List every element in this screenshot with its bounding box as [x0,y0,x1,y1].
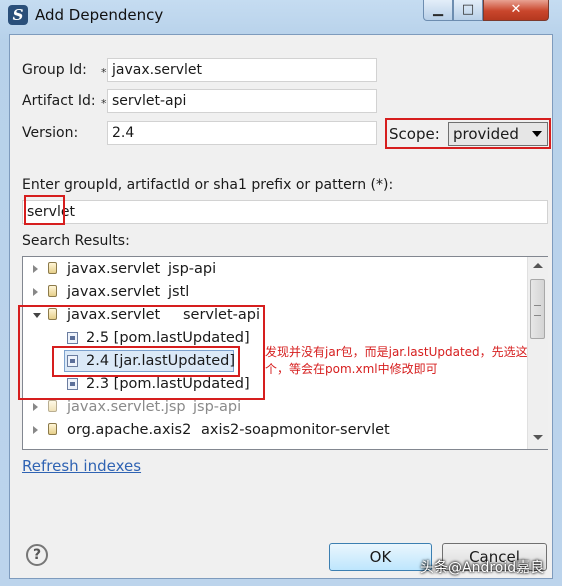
selected-version-highlight-box [52,346,240,377]
minimize-icon: ▁ [433,2,443,17]
scope-highlight-box [385,118,551,149]
artifact-id-label: Artifact Id: [22,93,96,109]
maximize-icon: □ [461,2,475,17]
minimize-button[interactable]: ▁ [423,0,453,21]
close-button[interactable]: ✕ [483,0,549,21]
dialog-window: S Add Dependency ▁ □ ✕ Group Id: * javax… [0,0,562,586]
jar-folder-icon [48,262,57,274]
annotation-note: 发现并没有jar包，而是jar.lastUpdated，先选这个，等会在pom.… [265,345,528,376]
version-label: Version: [22,125,79,141]
result-group: javax.servlet [67,261,161,277]
scroll-thumb[interactable] [530,279,545,339]
jar-folder-icon [48,423,57,435]
jar-folder-icon [48,285,57,297]
jar-folder-icon [48,400,57,412]
window-title: Add Dependency [35,6,164,24]
version-field[interactable]: 2.4 [107,121,377,145]
expand-icon[interactable] [33,403,38,411]
grip-icon [534,305,541,316]
ok-button[interactable]: OK [329,543,432,571]
app-icon: S [8,5,28,25]
result-artifact: axis2-soapmonitor-servlet [201,422,390,438]
maximize-button[interactable]: □ [453,0,483,21]
refresh-indexes-link[interactable]: Refresh indexes [22,457,141,475]
watermark: 头条@Android嘉良 [420,560,545,576]
artifact-id-required-marker: * [101,97,107,110]
scroll-up-icon[interactable] [533,263,543,268]
expand-icon[interactable] [33,288,38,296]
title-bar[interactable]: S Add Dependency ▁ □ ✕ [0,0,562,34]
expand-icon[interactable] [33,265,38,273]
search-prompt: Enter groupId, artifactId or sha1 prefix… [22,177,394,193]
group-id-field[interactable]: javax.servlet [107,58,377,82]
result-artifact: jstl [168,284,190,300]
result-group: javax.servlet [67,284,161,300]
result-group: org.apache.axis2 [67,422,192,438]
search-highlight-box [24,195,65,225]
scroll-down-icon[interactable] [533,435,543,440]
group-id-required-marker: * [101,66,107,79]
group-id-label: Group Id: [22,62,87,78]
result-artifact: jsp-api [168,261,217,277]
close-icon: ✕ [510,2,522,17]
expand-icon[interactable] [33,426,38,434]
search-input[interactable]: servlet [22,200,548,224]
artifact-id-field[interactable]: servlet-api [107,89,377,113]
search-results-label: Search Results: [22,233,130,249]
help-icon[interactable]: ? [26,544,48,566]
